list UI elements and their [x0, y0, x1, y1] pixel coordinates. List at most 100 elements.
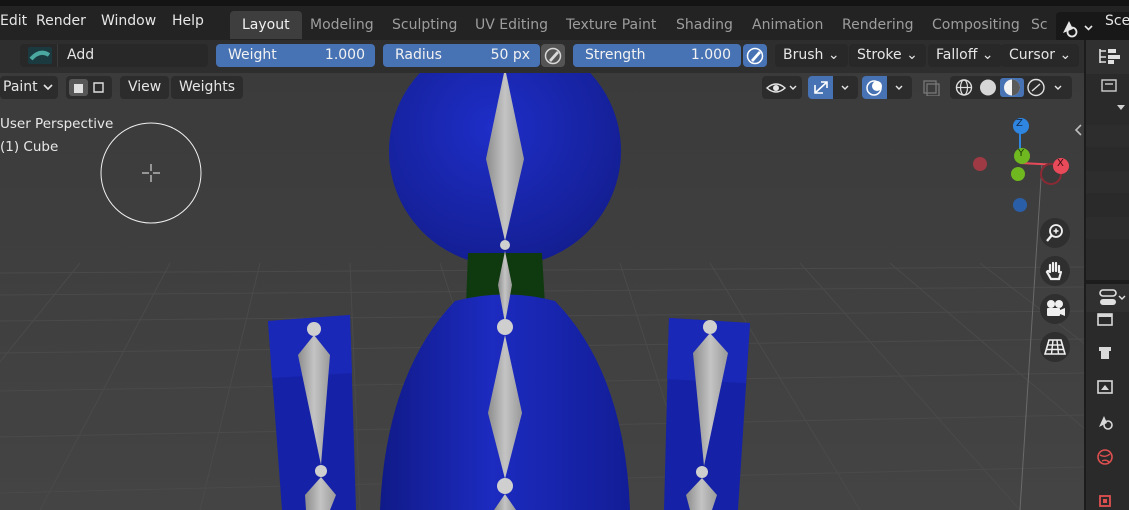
- top-menu-bar: Edit Render Window Help Layout Modeling …: [0, 6, 1129, 44]
- tab-shading[interactable]: Shading: [664, 11, 745, 39]
- visibility-dropdown[interactable]: [762, 76, 802, 99]
- falloff-dropdown-label: Falloff: [936, 47, 978, 63]
- strength-label: Strength: [585, 47, 646, 63]
- outliner-row: [1086, 217, 1129, 239]
- shading-mode-group[interactable]: [950, 76, 1072, 99]
- pen-pressure-icon: [746, 47, 764, 65]
- brush-dropdown-label: Brush: [783, 47, 824, 63]
- tab-compositing[interactable]: Compositing: [920, 11, 1032, 39]
- cursor-dropdown[interactable]: Cursor ⌄: [1001, 44, 1080, 67]
- material-shading-icon: [1004, 79, 1020, 96]
- properties-icon[interactable]: [1098, 288, 1126, 308]
- strength-pressure-toggle[interactable]: [743, 44, 767, 67]
- brush-name: Add: [67, 47, 95, 63]
- grid-view-icon: [1044, 339, 1066, 355]
- tab-modeling[interactable]: Modeling: [298, 11, 386, 39]
- view-menu[interactable]: View: [120, 76, 170, 99]
- mode-selector[interactable]: Paint: [0, 76, 58, 99]
- xray-toggle[interactable]: [919, 76, 943, 99]
- perspective-label: User Perspective: [0, 116, 114, 132]
- output-properties-icon[interactable]: [1096, 378, 1116, 396]
- tab-sculpting[interactable]: Sculpting: [380, 11, 469, 39]
- mask-toggle-group[interactable]: [66, 76, 112, 99]
- weight-label: Weight: [228, 47, 277, 63]
- pan-hand-icon: [1045, 261, 1063, 281]
- right-editors-strip: [1084, 40, 1129, 510]
- visibility-icon: [766, 83, 797, 93]
- overlay-icon: [866, 80, 903, 96]
- outliner-row: [1086, 171, 1129, 193]
- chevron-left-icon[interactable]: [1072, 123, 1084, 137]
- tab-rendering[interactable]: Rendering: [830, 11, 926, 39]
- pan-button[interactable]: [1040, 256, 1070, 286]
- gizmo-y-label: Y: [1018, 148, 1025, 159]
- chevron-down-icon[interactable]: [1116, 104, 1126, 112]
- chevron-down-icon: [43, 84, 53, 91]
- menu-help[interactable]: Help: [172, 13, 204, 29]
- gizmo-toggle[interactable]: [808, 76, 858, 99]
- gizmo-icon: [814, 81, 849, 94]
- outliner-header: [1086, 40, 1129, 74]
- scene-properties-icon[interactable]: [1096, 413, 1116, 431]
- tab-uv-editing[interactable]: UV Editing: [463, 11, 560, 39]
- stroke-dropdown-label: Stroke: [857, 47, 902, 63]
- camera-icon: [1047, 300, 1065, 316]
- radius-slider[interactable]: Radius 50 px: [383, 44, 540, 67]
- scene-name: Sce: [1105, 13, 1129, 29]
- tab-layout[interactable]: Layout: [230, 11, 302, 39]
- outliner-row: [1086, 125, 1129, 147]
- stroke-dropdown[interactable]: Stroke ⌄: [849, 44, 926, 67]
- rendered-shading-icon: [1027, 78, 1045, 97]
- object-properties-icon[interactable]: [1096, 492, 1116, 510]
- brush-thumbnail-icon: [28, 47, 52, 64]
- tab-scripting[interactable]: Sc: [1025, 11, 1054, 39]
- properties-header: [1086, 284, 1129, 312]
- strength-value: 1.000: [690, 47, 731, 63]
- radius-pressure-toggle[interactable]: [541, 44, 565, 67]
- filter-icon[interactable]: [1100, 78, 1120, 94]
- radius-value: 50 px: [490, 47, 530, 63]
- pen-pressure-icon: [544, 47, 562, 65]
- tool-properties-icon[interactable]: [1096, 310, 1116, 328]
- bone-joint: [315, 465, 327, 477]
- shading-modes: [955, 78, 1062, 97]
- menu-window[interactable]: Window: [101, 13, 156, 29]
- tab-texture-paint[interactable]: Texture Paint: [554, 11, 668, 39]
- outliner-icon[interactable]: [1098, 47, 1124, 65]
- bone-joint: [307, 322, 321, 336]
- zoom-icon: [1046, 224, 1063, 242]
- wireframe-shading-icon: [955, 79, 973, 96]
- viewport-scene: [0, 73, 1084, 510]
- camera-view-button[interactable]: [1040, 294, 1070, 324]
- falloff-dropdown[interactable]: Falloff ⌄: [928, 44, 1002, 67]
- face-mask-icon: [69, 79, 104, 96]
- mode-label: Paint: [3, 79, 38, 95]
- brush-dropdown[interactable]: Brush ⌄: [775, 44, 848, 67]
- xray-icon: [923, 80, 940, 96]
- bone-joint: [703, 320, 717, 334]
- brush-selector[interactable]: Add: [20, 44, 208, 67]
- radius-label: Radius: [395, 47, 442, 63]
- weights-menu[interactable]: Weights: [171, 76, 244, 99]
- bone-joint: [497, 478, 513, 494]
- strength-slider[interactable]: Strength 1.000: [573, 44, 741, 67]
- overlay-toggle[interactable]: [862, 76, 912, 99]
- bone-joint: [500, 240, 510, 250]
- scene-icon: [1063, 21, 1093, 38]
- bone-joint: [696, 466, 708, 478]
- cursor-dropdown-label: Cursor: [1009, 47, 1056, 63]
- 3d-viewport[interactable]: Z Y X User Perspective (1) Cube Paint Vi…: [0, 73, 1084, 510]
- bone-joint: [497, 319, 513, 335]
- weight-slider[interactable]: Weight 1.000: [216, 44, 375, 67]
- menu-edit[interactable]: Edit: [0, 13, 27, 29]
- solid-shading-icon: [980, 79, 996, 96]
- toggle-projection-button[interactable]: [1040, 332, 1070, 362]
- tab-animation[interactable]: Animation: [740, 11, 835, 39]
- render-properties-icon[interactable]: [1096, 344, 1116, 362]
- zoom-button[interactable]: [1040, 218, 1070, 248]
- weight-value: 1.000: [324, 47, 365, 63]
- active-object-label: (1) Cube: [0, 139, 59, 155]
- gizmo-x-label: X: [1057, 158, 1064, 169]
- menu-render[interactable]: Render: [36, 13, 86, 29]
- world-properties-icon[interactable]: [1096, 448, 1116, 466]
